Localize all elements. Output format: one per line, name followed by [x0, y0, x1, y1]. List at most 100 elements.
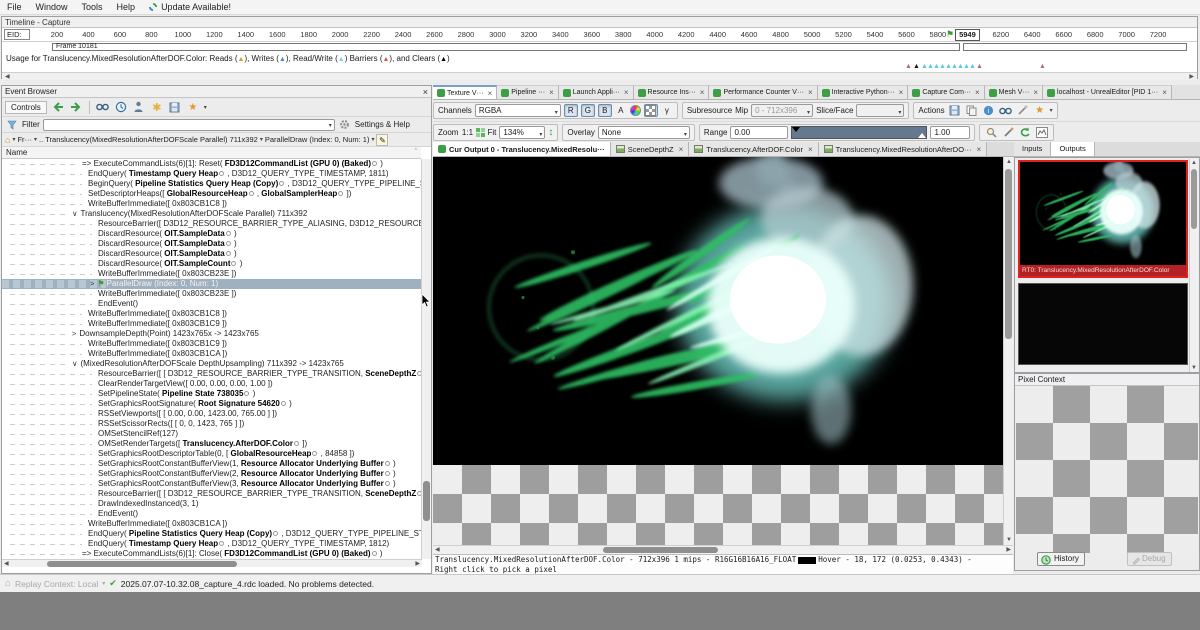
event-row[interactable]: WriteBufferImmediate([ 0x803CB23E ]): [2, 269, 422, 279]
dock-tab-1[interactable]: Pipeline ···×: [497, 85, 559, 99]
event-row[interactable]: SetDescriptorHeaps([ GlobalResourceHeap …: [2, 189, 422, 199]
export-icon[interactable]: [168, 100, 182, 114]
event-row[interactable]: EndQuery( Timestamp Query Heap , D3D12_Q…: [2, 539, 422, 549]
settings-help-link[interactable]: Settings & Help: [355, 120, 410, 129]
dock-tab-8[interactable]: localhost - UnrealEditor [PID 1···×: [1043, 85, 1172, 99]
link-icon[interactable]: [1016, 104, 1030, 118]
scroll-left-icon[interactable]: ◀: [435, 546, 440, 554]
event-row[interactable]: WriteBufferImmediate([ 0x803CB1CA ]): [2, 349, 422, 359]
color-wheel-icon[interactable]: [630, 105, 641, 116]
scroll-down-icon[interactable]: ▼: [1191, 364, 1197, 372]
event-row[interactable]: RSSetViewports([ [ 0.00, 0.00, 1423.00, …: [2, 409, 422, 419]
scroll-right-icon[interactable]: ▶: [1189, 73, 1194, 81]
event-row[interactable]: EndQuery( Timestamp Query Heap , D3D12_Q…: [2, 169, 422, 179]
usage-marker-icon[interactable]: ▲: [976, 63, 983, 71]
gear-icon[interactable]: [338, 118, 352, 132]
event-row[interactable]: DiscardResource( OIT.SampleData ): [2, 239, 422, 249]
close-icon[interactable]: ×: [1033, 88, 1038, 97]
event-row[interactable]: DiscardResource( OIT.SampleCount ): [2, 259, 422, 269]
timeline-hscrollbar[interactable]: ◀ ▶: [2, 72, 1197, 80]
usage-marker-icon[interactable]: ▲: [969, 63, 976, 71]
event-row[interactable]: DiscardResource( OIT.SampleData ): [2, 249, 422, 259]
event-row[interactable]: SetGraphicsRootConstantBufferView(3, Res…: [2, 479, 422, 489]
event-row[interactable]: >DownsampleDepth(Point) 1423x765x -> 142…: [2, 329, 422, 339]
thumbnails-vscrollbar[interactable]: ▲ ▼: [1189, 159, 1198, 372]
crumb-pass[interactable]: Translucency(MixedResolutionAfterDOFScal…: [45, 135, 258, 144]
range-min-input[interactable]: 0.00: [730, 126, 788, 139]
event-row[interactable]: DiscardResource( OIT.SampleData ): [2, 229, 422, 239]
copy-icon[interactable]: [965, 104, 979, 118]
goto-icon[interactable]: [999, 104, 1013, 118]
event-row[interactable]: WriteBufferImmediate([ 0x803CB1C9 ]): [2, 339, 422, 349]
dock-tab-0[interactable]: Texture V···×: [433, 85, 497, 99]
close-icon[interactable]: ×: [549, 88, 554, 97]
scroll-left-icon[interactable]: ◀: [4, 560, 9, 568]
crumb-draw-dropdown-icon[interactable]: ▾: [371, 136, 374, 143]
event-row[interactable]: WriteBufferImmediate([ 0x803CB23E ]): [2, 289, 422, 299]
vscroll-thumb[interactable]: [1191, 169, 1197, 229]
usage-marker-icon[interactable]: ▲: [1039, 63, 1046, 71]
menu-help[interactable]: Help: [110, 2, 143, 12]
current-eid-marker[interactable]: ⚑ 5949: [946, 28, 980, 41]
name-column-header[interactable]: Nameˆ: [2, 147, 421, 159]
event-row[interactable]: OMSetStencilRef(127): [2, 429, 422, 439]
range-black-point-handle[interactable]: [792, 127, 800, 132]
dock-tab-5[interactable]: Interactive Python···×: [818, 85, 909, 99]
save-icon[interactable]: [948, 104, 962, 118]
flip-vertical-icon[interactable]: ↕: [548, 127, 553, 138]
texture-display[interactable]: [433, 157, 1003, 545]
sort-icon[interactable]: ˆ: [415, 147, 417, 159]
event-row[interactable]: SetGraphicsRootConstantBufferView(2, Res…: [2, 469, 422, 479]
event-list-vscrollbar[interactable]: [421, 159, 431, 559]
texture-hscrollbar[interactable]: ◀ ▶: [433, 545, 1013, 554]
event-row[interactable]: WriteBufferImmediate([ 0x803CB1C9 ]): [2, 319, 422, 329]
event-row[interactable]: => ExecuteCommandLists(6)[1]: Reset( FD3…: [2, 159, 422, 169]
vscroll-thumb[interactable]: [1005, 169, 1012, 339]
event-row[interactable]: SetPipelineState( Pipeline State 738035 …: [2, 389, 422, 399]
channel-b-button[interactable]: B: [598, 104, 612, 117]
chevron-down-icon[interactable]: ∨: [72, 209, 78, 218]
tab-inputs[interactable]: Inputs: [1014, 142, 1051, 156]
edit-icon[interactable]: ✎: [376, 134, 388, 146]
reset-range-icon[interactable]: [1018, 125, 1032, 139]
event-row[interactable]: WriteBufferImmediate([ 0x803CB1C8 ]): [2, 309, 422, 319]
mip-select[interactable]: 0 - 712x396▾: [751, 104, 813, 117]
event-row[interactable]: EndEvent(): [2, 509, 422, 519]
close-icon[interactable]: ×: [679, 145, 684, 154]
event-row[interactable]: ∨Translucency(MixedResolutionAfterDOFSca…: [2, 209, 422, 219]
channel-a-button[interactable]: A: [615, 104, 627, 117]
range-white-point-handle[interactable]: [918, 133, 926, 138]
texture-tab-0[interactable]: Cur Output 0 - Translucency.MixedResolu·…: [433, 142, 611, 156]
info-icon[interactable]: i: [982, 104, 996, 118]
close-icon[interactable]: ×: [1162, 88, 1167, 97]
event-row[interactable]: RSSetScissorRects([ [ 0, 0, 1423, 765 ] …: [2, 419, 422, 429]
close-icon[interactable]: ×: [977, 145, 982, 154]
event-row[interactable]: ResourceBarrier([ [ D3D12_RESOURCE_BARRI…: [2, 369, 422, 379]
event-row[interactable]: DrawIndexedInstanced(3, 1): [2, 499, 422, 509]
texture-tab-2[interactable]: Translucency.AfterDOF.Color×: [689, 142, 818, 156]
chevron-down-icon[interactable]: ∨: [72, 359, 78, 368]
event-list-hscrollbar[interactable]: ◀ ▶: [2, 559, 422, 567]
replay-context-dropdown-icon[interactable]: ▾: [102, 580, 105, 587]
dock-tab-7[interactable]: Mesh V···×: [985, 85, 1043, 99]
event-row[interactable]: ResourceBarrier([ [ D3D12_RESOURCE_BARRI…: [2, 489, 422, 499]
favorite-icon[interactable]: ★: [1033, 104, 1047, 118]
bookmark-person-icon[interactable]: [132, 100, 146, 114]
next-frame-region[interactable]: [963, 43, 1187, 51]
menu-file[interactable]: File: [0, 2, 29, 12]
channel-g-button[interactable]: G: [581, 104, 595, 117]
crumb-frame[interactable]: Fr···: [17, 135, 32, 144]
chevron-right-icon[interactable]: >: [90, 279, 94, 288]
actions-dropdown-icon[interactable]: ▾: [1050, 107, 1053, 114]
magnifier-icon[interactable]: [984, 125, 998, 139]
texture-tab-3[interactable]: Translucency.MixedResolutionAfterDO···×: [819, 142, 988, 156]
crumb-draw[interactable]: ParallelDraw (Index: 0, Num: 1): [265, 135, 370, 144]
step-back-icon[interactable]: [51, 100, 65, 114]
close-icon[interactable]: ×: [700, 88, 705, 97]
event-row[interactable]: SetGraphicsRootSignature( Root Signature…: [2, 399, 422, 409]
scroll-right-icon[interactable]: ▶: [415, 560, 420, 568]
usage-marker-icon[interactable]: ▲: [913, 63, 920, 71]
menu-tools[interactable]: Tools: [75, 2, 110, 12]
vscroll-thumb[interactable]: [423, 481, 430, 521]
overlay-select[interactable]: None▾: [598, 126, 690, 139]
